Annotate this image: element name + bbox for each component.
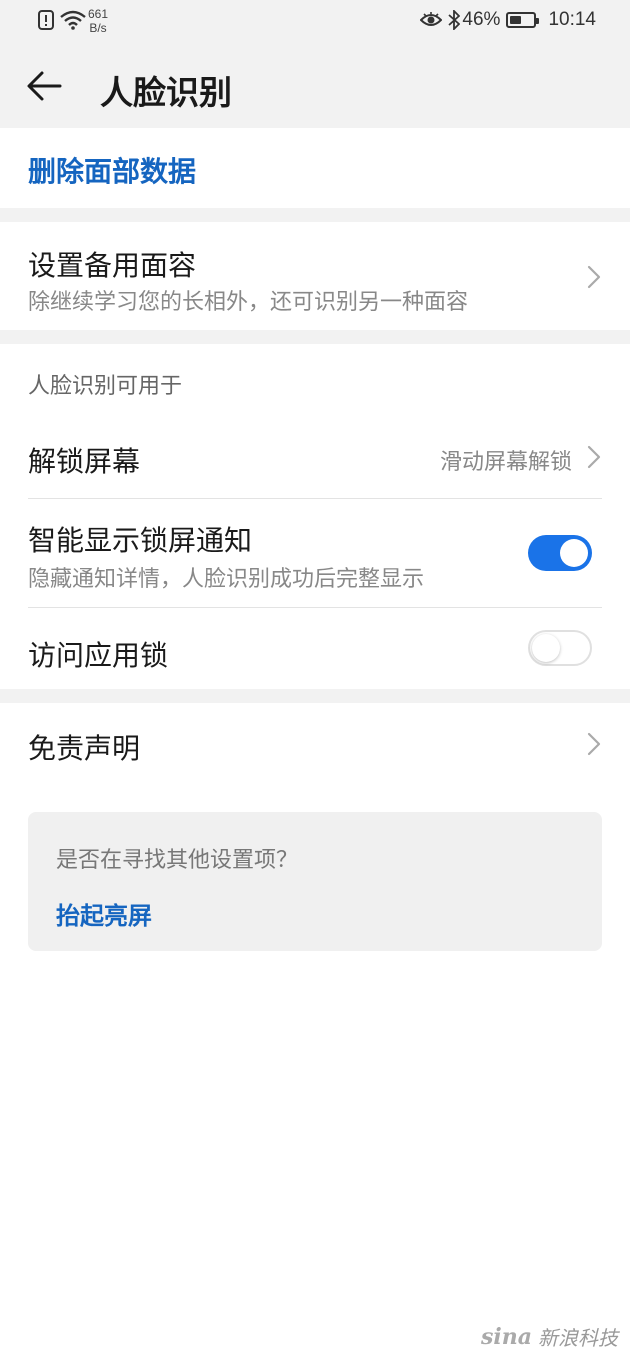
status-right-icons: 46% 10:14 <box>414 9 596 31</box>
network-speed-value: 661 <box>88 7 109 21</box>
clock: 10:14 <box>548 9 596 30</box>
alt-face-title: 设置备用面容 <box>28 249 197 282</box>
disclaimer-title: 免责声明 <box>28 732 141 765</box>
toggle-knob <box>560 539 588 567</box>
status-left-icons <box>38 10 86 30</box>
app-lock-title: 访问应用锁 <box>28 639 169 672</box>
delete-section: 删除面部数据 <box>0 128 630 208</box>
network-speed-unit: B/s <box>89 21 107 35</box>
sina-logo: sina <box>481 1323 532 1350</box>
smart-notification-toggle[interactable] <box>528 535 592 571</box>
wifi-icon <box>60 10 86 30</box>
toggle-knob <box>532 634 560 662</box>
raise-to-wake-link[interactable]: 抬起亮屏 <box>56 896 152 931</box>
bluetooth-icon <box>448 10 461 30</box>
page-title: 人脸识别 <box>100 73 232 112</box>
unlock-screen-row[interactable]: 解锁屏幕 滑动屏幕解锁 <box>0 408 630 498</box>
smart-notification-row: 智能显示锁屏通知 隐藏通知详情，人脸识别成功后完整显示 <box>0 499 630 607</box>
alt-face-row[interactable]: 设置备用面容 除继续学习您的长相外，还可识别另一种面容 <box>0 222 630 330</box>
usage-section: 人脸识别可用于 解锁屏幕 滑动屏幕解锁 智能显示锁屏通知 隐藏通知详情，人脸识别… <box>0 344 630 689</box>
disclaimer-row[interactable]: 免责声明 <box>0 703 630 785</box>
watermark: sina 新浪科技 <box>481 1322 618 1351</box>
app-lock-toggle[interactable] <box>528 630 592 666</box>
smart-notification-title: 智能显示锁屏通知 <box>28 524 253 557</box>
chevron-right-icon <box>587 445 601 469</box>
delete-face-data-button[interactable]: 删除面部数据 <box>28 150 196 190</box>
section-gap <box>0 689 630 703</box>
eye-comfort-icon <box>420 12 443 26</box>
chevron-right-icon <box>587 732 601 756</box>
network-speed: 661 B/s <box>88 7 108 35</box>
back-button[interactable] <box>24 66 72 106</box>
battery-icon <box>506 12 540 28</box>
status-bar: 661 B/s 46% 10:14 <box>0 0 630 44</box>
watermark-text: 新浪科技 <box>538 1326 618 1350</box>
battery-percent: 46% <box>462 9 501 30</box>
app-bar: 人脸识别 <box>0 44 630 128</box>
alt-face-subtitle: 除继续学习您的长相外，还可识别另一种面容 <box>28 290 469 315</box>
section-gap <box>0 208 630 222</box>
back-arrow-icon <box>27 71 62 101</box>
alert-icon <box>38 10 54 30</box>
battery-fill <box>510 16 521 24</box>
unlock-screen-value: 滑动屏幕解锁 <box>439 450 572 475</box>
suggestion-question: 是否在寻找其他设置项？ <box>56 848 299 873</box>
suggestion-card: 是否在寻找其他设置项？ 抬起亮屏 <box>28 812 602 951</box>
chevron-right-icon <box>587 265 601 289</box>
unlock-screen-title: 解锁屏幕 <box>28 445 141 478</box>
smart-notification-subtitle: 隐藏通知详情，人脸识别成功后完整显示 <box>28 567 425 592</box>
usage-section-label: 人脸识别可用于 <box>28 374 183 399</box>
section-gap <box>0 330 630 344</box>
app-lock-row: 访问应用锁 <box>0 608 630 689</box>
